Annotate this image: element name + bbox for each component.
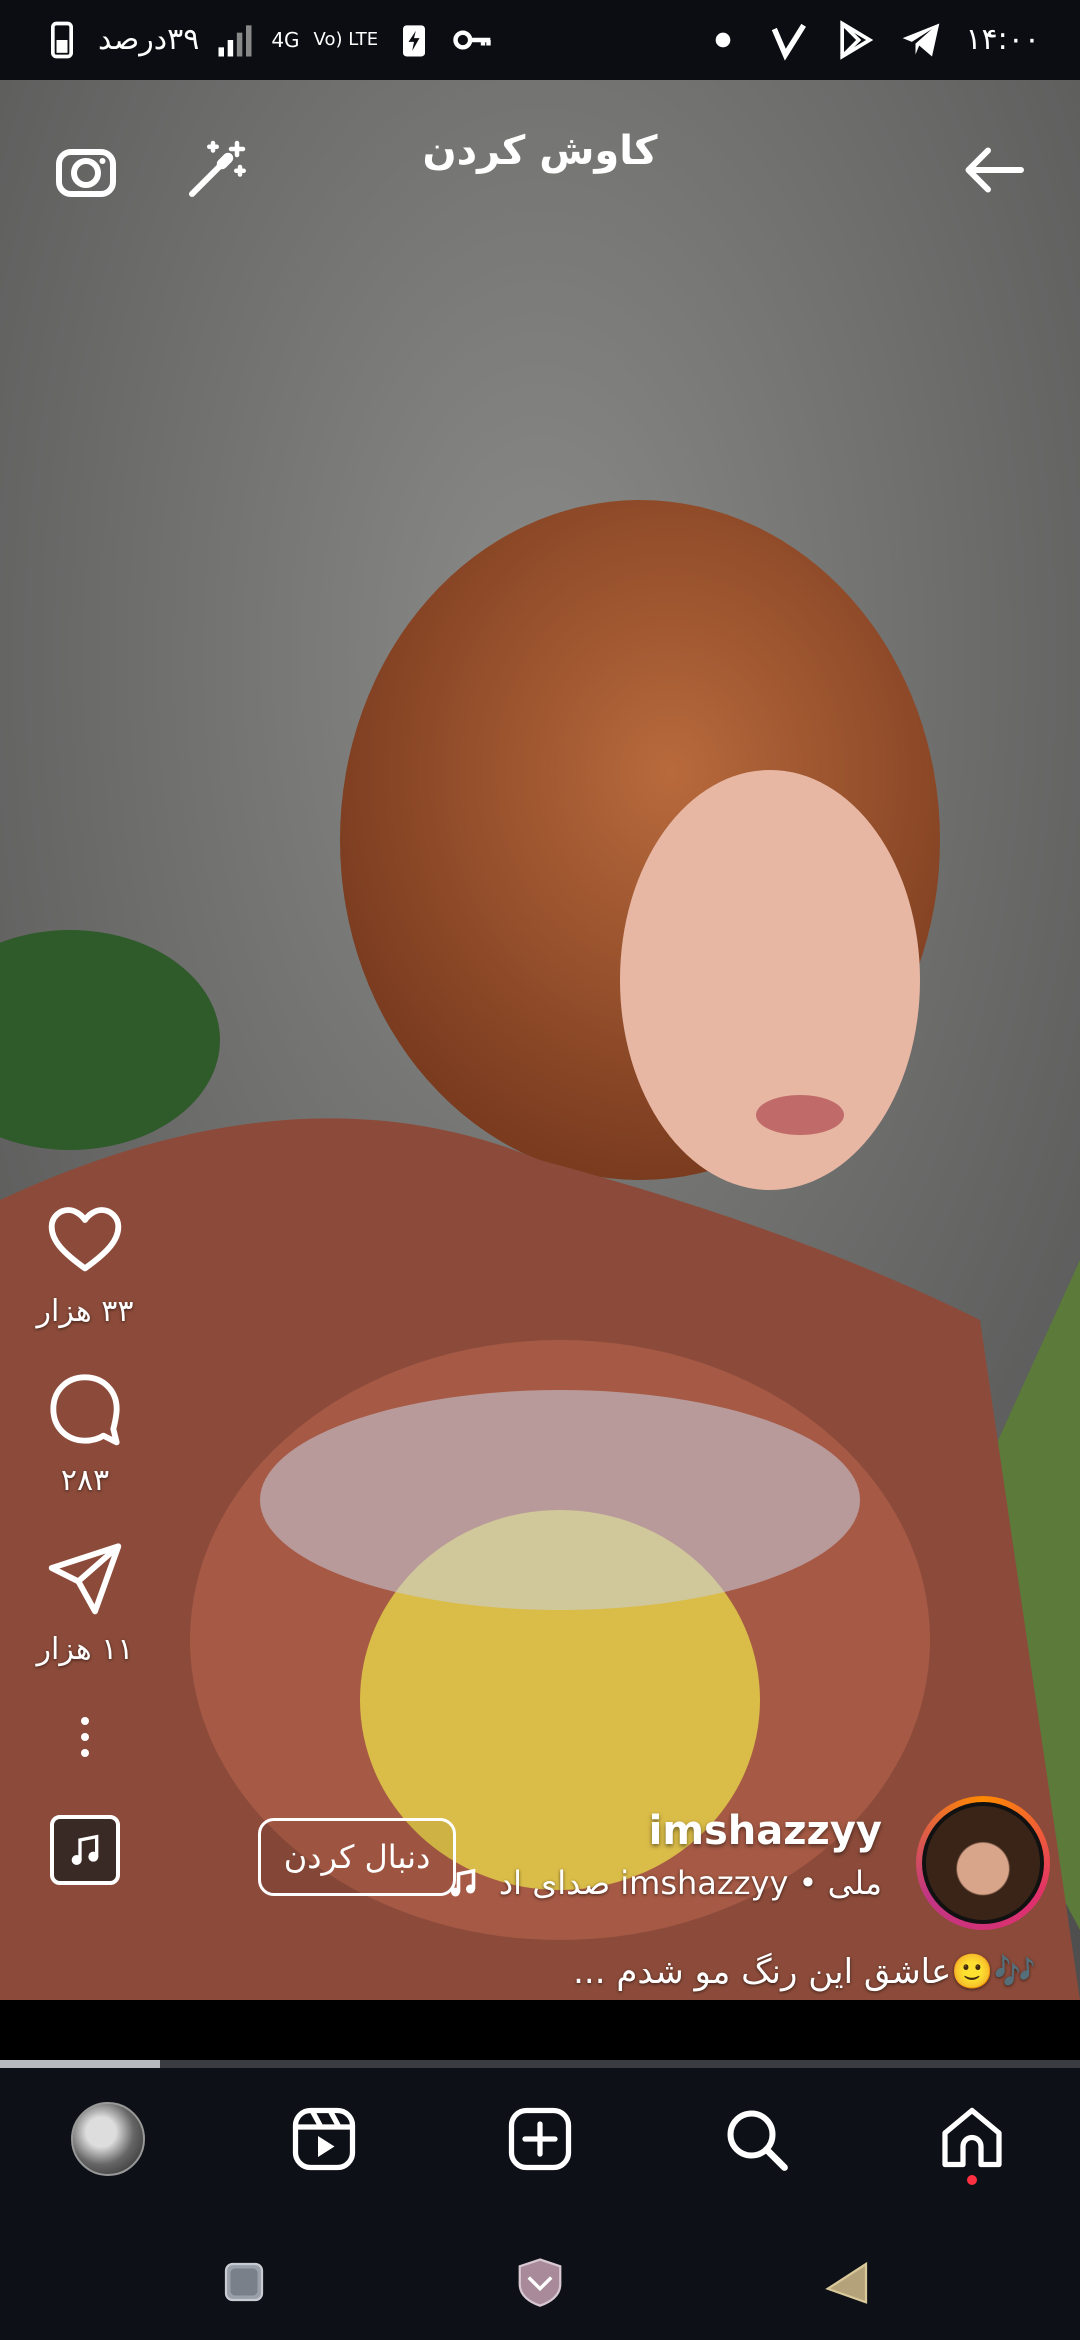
nav-create[interactable] [480, 2079, 600, 2199]
status-left: ۳۹درصد 4G Vo) LTE [40, 18, 494, 62]
dot-icon [701, 18, 745, 62]
nav-profile[interactable] [48, 2079, 168, 2199]
nav-reels[interactable] [264, 2079, 384, 2199]
vpn-check-icon [767, 18, 811, 62]
reel-video-frame [0, 80, 1080, 2000]
nav-home[interactable] [912, 2079, 1032, 2199]
author-avatar[interactable] [916, 1796, 1050, 1930]
play-store-icon [833, 18, 877, 62]
system-nav-bar [0, 2210, 1080, 2340]
comment-button[interactable]: ۲۸۳ [20, 1369, 150, 1498]
notification-dot [967, 2175, 977, 2185]
video-progress-fill [0, 2060, 160, 2068]
battery-icon [40, 18, 84, 62]
status-bar: ۳۹درصد 4G Vo) LTE ۱۴:۰۰ [0, 0, 1080, 80]
follow-button[interactable]: دنبال کردن [258, 1818, 456, 1896]
avatar-image [926, 1806, 1040, 1920]
video-progress-bar[interactable] [0, 2060, 1080, 2068]
nav-search[interactable] [696, 2079, 816, 2199]
bottom-nav [0, 2068, 1080, 2210]
audio-thumbnail[interactable] [50, 1815, 120, 1885]
telegram-icon [899, 18, 943, 62]
profile-avatar [71, 2102, 145, 2176]
send-icon [48, 1543, 122, 1615]
page-title: کاوش کردن [422, 128, 658, 174]
arrow-left-icon [965, 147, 1024, 193]
recent-apps-icon [224, 2262, 264, 2302]
reels-icon [292, 2107, 356, 2171]
back-system-button[interactable] [816, 2250, 880, 2314]
reel-video[interactable] [0, 80, 1080, 2000]
author-username[interactable]: imshazzyy [649, 1808, 882, 1854]
recent-apps-button[interactable] [212, 2250, 276, 2314]
clock: ۱۴:۰۰ [965, 22, 1040, 57]
battery-percentage: ۳۹درصد [98, 22, 200, 57]
action-column: ۳۳ هزار ۲۸۳ ۱۱ هزار [20, 1200, 150, 1885]
back-triangle-icon [825, 2261, 868, 2304]
like-button[interactable]: ۳۳ هزار [20, 1200, 150, 1329]
heart-icon [48, 1207, 122, 1272]
audio-text: ملی • imshazzyy صدای اد [498, 1864, 882, 1902]
more-options-button[interactable] [20, 1707, 150, 1885]
signal-icon [213, 18, 257, 62]
network-type: 4G [271, 28, 300, 52]
like-count: ۳۳ هزار [36, 1294, 134, 1329]
music-note-icon [71, 1834, 99, 1865]
comment-icon [50, 1374, 120, 1446]
home-system-button[interactable] [508, 2250, 572, 2314]
shield-home-icon [518, 2258, 562, 2307]
audio-attribution[interactable]: ملی • imshazzyy صدای اد [445, 1864, 882, 1902]
search-icon [727, 2110, 788, 2171]
caption[interactable]: 🎶🙂عاشق این رنگ مو شدم ... [573, 1952, 1036, 1992]
share-count: ۱۱ هزار [36, 1632, 134, 1667]
video-bottom-gap [0, 2000, 1080, 2060]
home-icon [942, 2107, 1002, 2168]
status-right: ۱۴:۰۰ [701, 18, 1040, 62]
volte-label: Vo) LTE [313, 29, 379, 50]
more-vertical-icon [45, 1707, 125, 1767]
top-bar: کاوش کردن [0, 80, 1080, 240]
comment-count: ۲۸۳ [60, 1463, 110, 1498]
add-post-icon [508, 2107, 572, 2171]
battery-saver-icon [392, 18, 436, 62]
vpn-key-icon [450, 18, 494, 62]
share-button[interactable]: ۱۱ هزار [20, 1538, 150, 1667]
back-button[interactable] [954, 130, 1034, 210]
